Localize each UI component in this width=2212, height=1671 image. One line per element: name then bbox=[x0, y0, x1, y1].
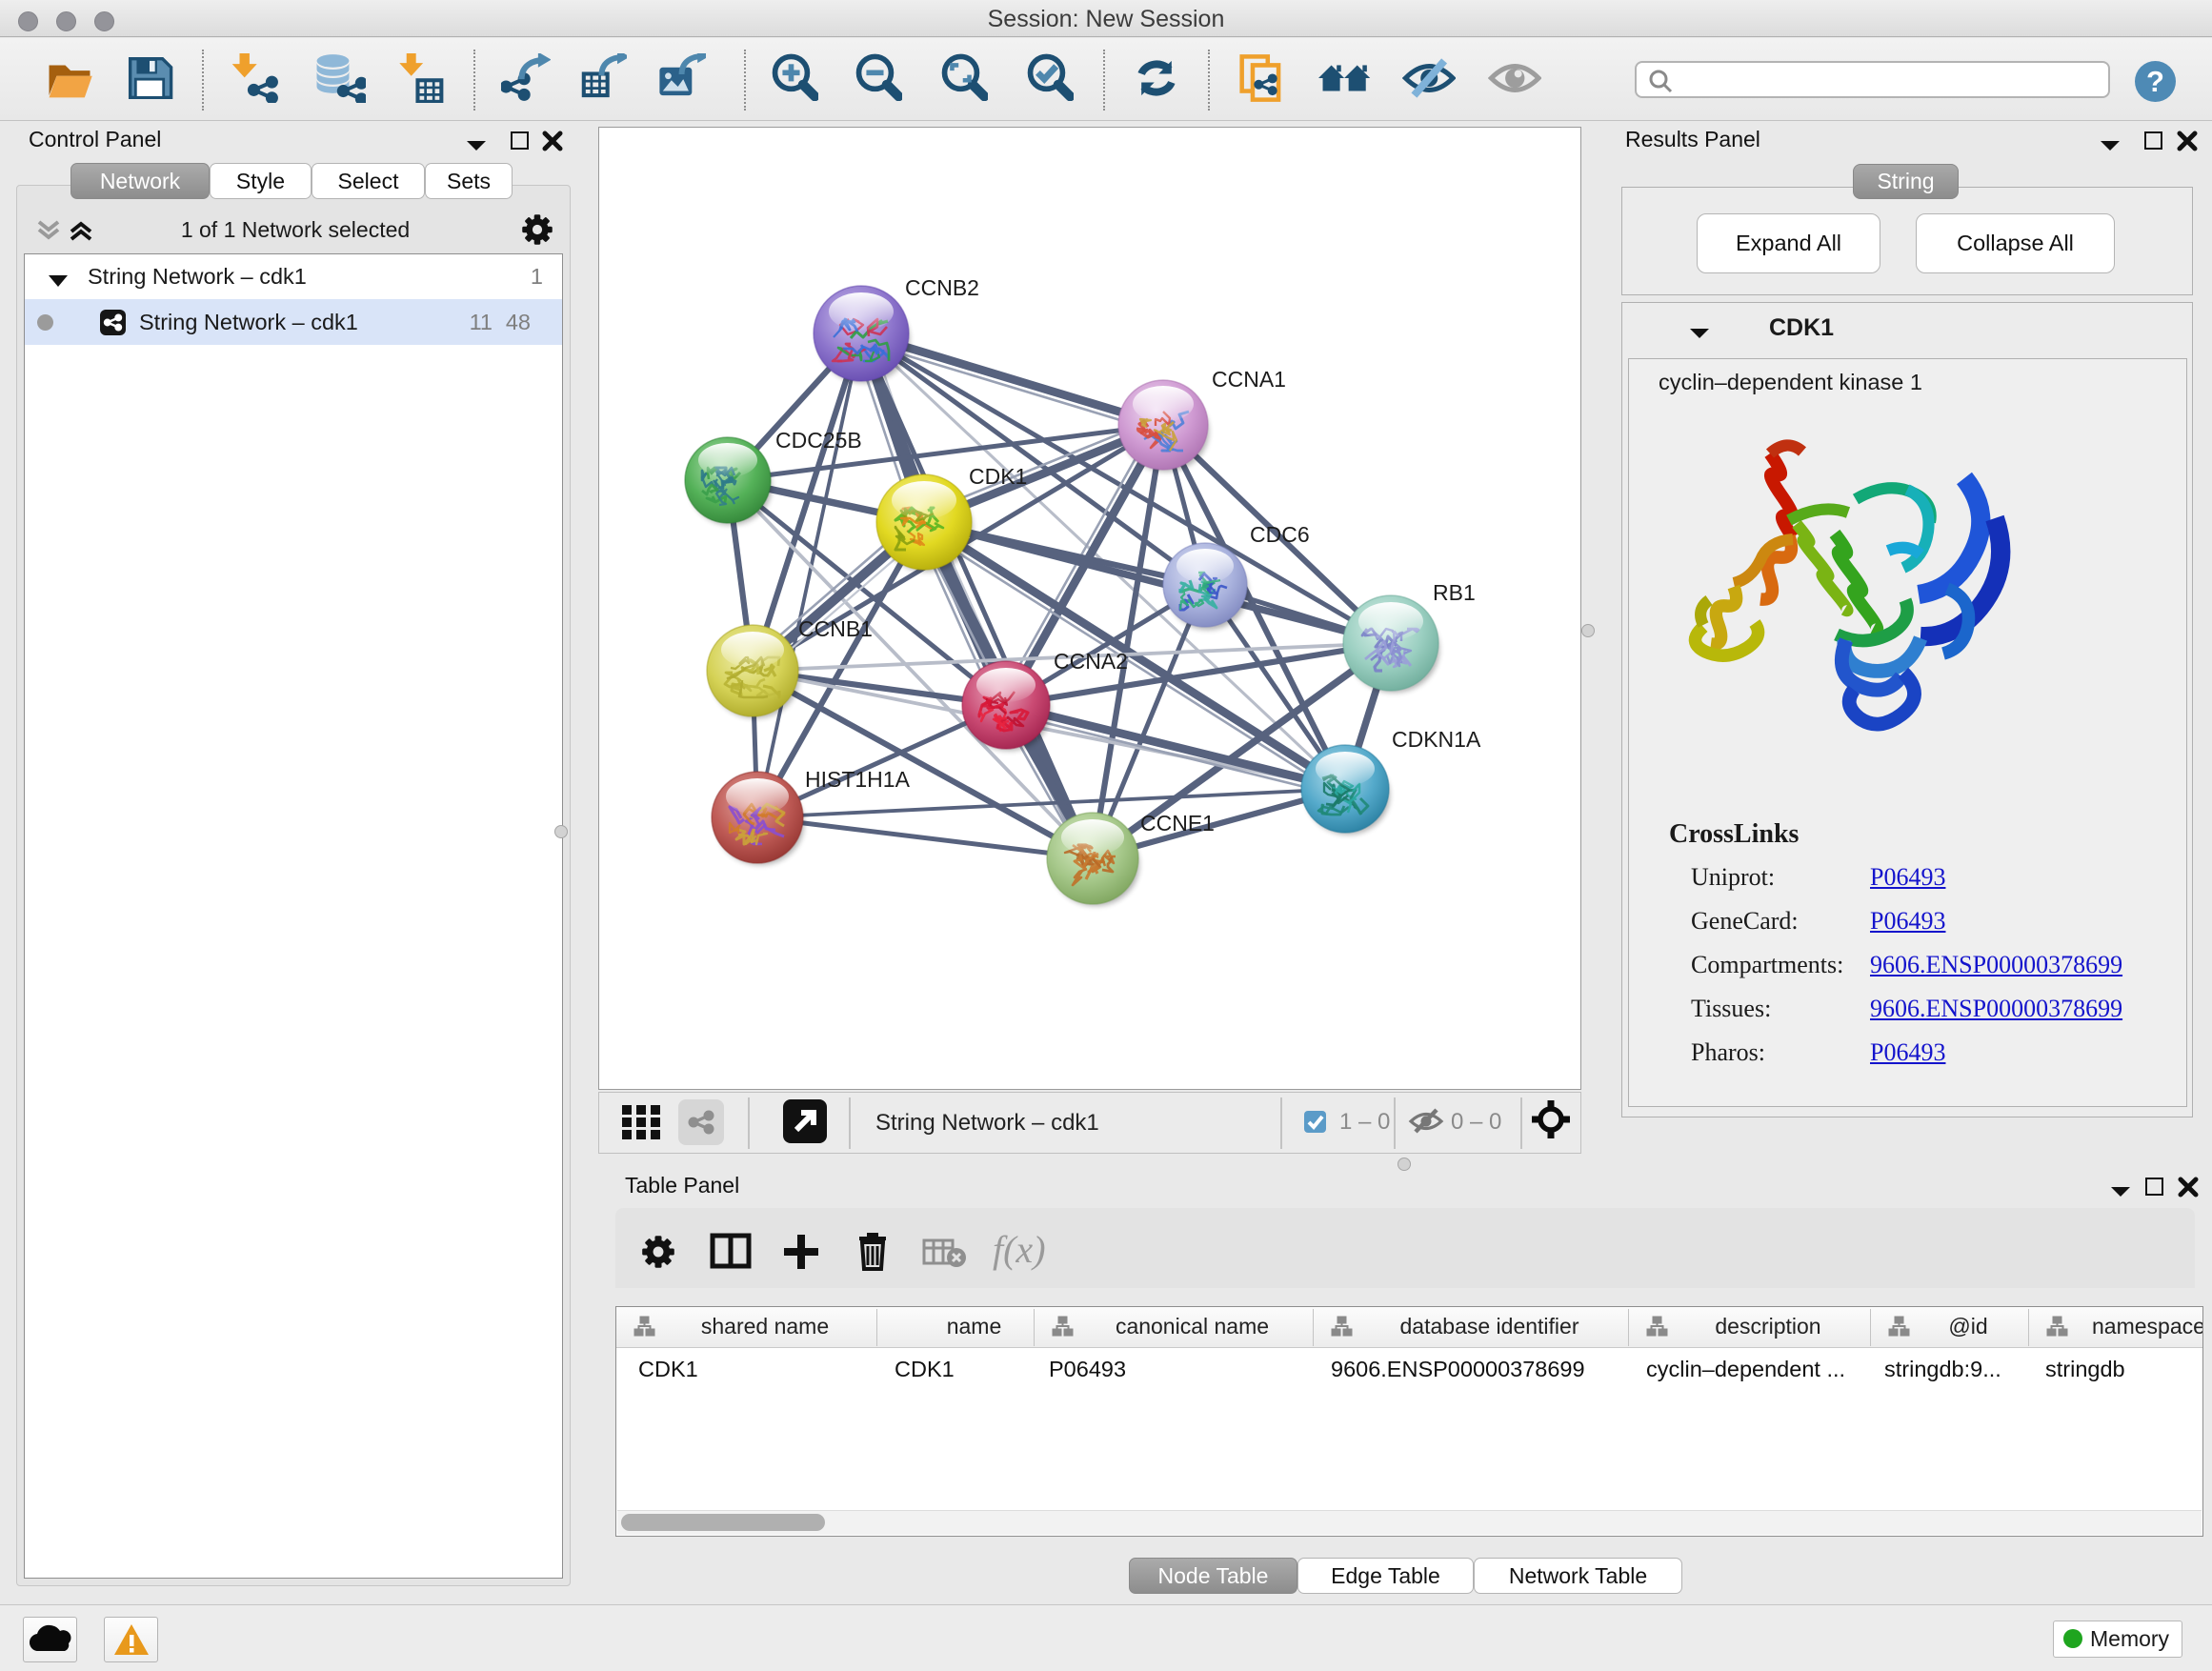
svg-text:CDKN1A: CDKN1A bbox=[1392, 727, 1481, 752]
svg-text:CCNE1: CCNE1 bbox=[1140, 811, 1215, 836]
svg-text:CCNA1: CCNA1 bbox=[1212, 367, 1286, 392]
svg-text:CCNA2: CCNA2 bbox=[1054, 649, 1128, 674]
svg-text:CDK1: CDK1 bbox=[969, 464, 1027, 489]
svg-text:RB1: RB1 bbox=[1433, 580, 1476, 605]
svg-text:CDC25B: CDC25B bbox=[775, 428, 862, 453]
svg-text:CCNB1: CCNB1 bbox=[798, 616, 873, 641]
svg-text:CDC6: CDC6 bbox=[1250, 522, 1310, 547]
svg-text:CCNB2: CCNB2 bbox=[905, 275, 979, 300]
svg-text:HIST1H1A: HIST1H1A bbox=[805, 767, 911, 792]
